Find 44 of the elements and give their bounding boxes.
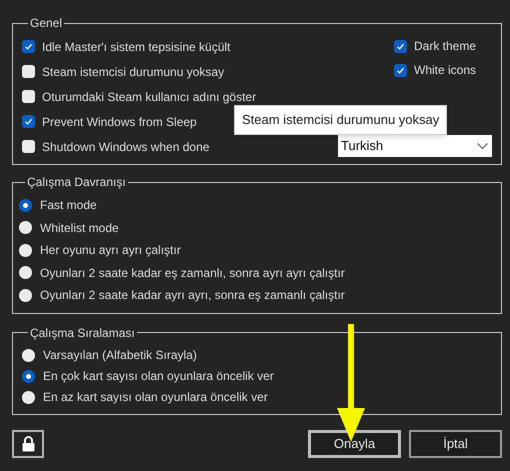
checkbox[interactable] — [22, 90, 35, 103]
radio-label[interactable]: Oyunları 2 saate kadar ayrı ayrı, sonra eş zamanlı çalıştır — [40, 286, 345, 304]
radio-label[interactable]: En az kart sayısı olan oyunlara öncelik ver — [43, 388, 268, 406]
radio-button[interactable] — [22, 348, 35, 362]
check-icon — [396, 66, 405, 74]
tooltip: Steam istemcisi durumunu yoksay — [234, 105, 448, 134]
group-title: Genel — [29, 15, 64, 32]
radio-button[interactable] — [22, 390, 35, 404]
radio-label[interactable]: Varsayılan (Alfabetik Sırayla) — [43, 346, 197, 364]
checkbox-label[interactable]: White icons — [414, 61, 476, 79]
check-icon — [396, 42, 405, 50]
check-icon — [24, 117, 33, 126]
dialog-button[interactable]: Onayla — [308, 430, 401, 458]
checkbox[interactable] — [394, 40, 407, 52]
chevron-down-icon — [477, 143, 488, 149]
checkbox[interactable] — [22, 140, 35, 153]
radio-button[interactable] — [19, 244, 32, 257]
checkbox-label[interactable]: Prevent Windows from Sleep — [42, 112, 197, 130]
checkbox[interactable] — [22, 115, 35, 128]
radio-button[interactable] — [19, 288, 32, 302]
radio-button[interactable] — [19, 221, 32, 234]
radio-label[interactable]: Whitelist mode — [40, 218, 119, 237]
radio-label[interactable]: Oyunları 2 saate kadar eş zamanlı, sonra ayrı ayrı çalıştır — [40, 264, 345, 282]
checkbox-label[interactable]: Idle Master'ı sistem tepsisine küçült — [42, 38, 230, 56]
checkbox[interactable] — [22, 40, 35, 53]
checkbox[interactable] — [22, 65, 35, 78]
radio-label[interactable]: Her oyunu ayrı ayrı çalıştır — [40, 241, 181, 260]
group-title: Çalışma Sıralaması — [29, 324, 136, 342]
dialog-button[interactable]: İptal — [409, 430, 502, 458]
radio-button[interactable] — [22, 370, 35, 382]
group-title: Çalışma Davranışı — [26, 174, 127, 191]
lock-icon — [22, 436, 34, 452]
checkbox-label[interactable]: Oturumdaki Steam kullanıcı adını göster — [42, 88, 256, 106]
radio-button[interactable] — [19, 266, 32, 280]
radio-label[interactable]: En çok kart sayısı olan oyunlara öncelik ver — [43, 367, 274, 385]
radio-button[interactable] — [19, 198, 32, 212]
checkbox[interactable] — [394, 64, 407, 76]
radio-label[interactable]: Fast mode — [40, 196, 97, 214]
checkbox-label[interactable]: Shutdown Windows when done — [42, 138, 210, 156]
checkbox-label[interactable]: Steam istemcisi durumunu yoksay — [42, 62, 224, 80]
language-dropdown[interactable]: Turkish — [338, 135, 492, 157]
lock-button[interactable] — [12, 430, 44, 458]
checkbox-label[interactable]: Dark theme — [414, 37, 476, 55]
check-icon — [24, 42, 33, 51]
